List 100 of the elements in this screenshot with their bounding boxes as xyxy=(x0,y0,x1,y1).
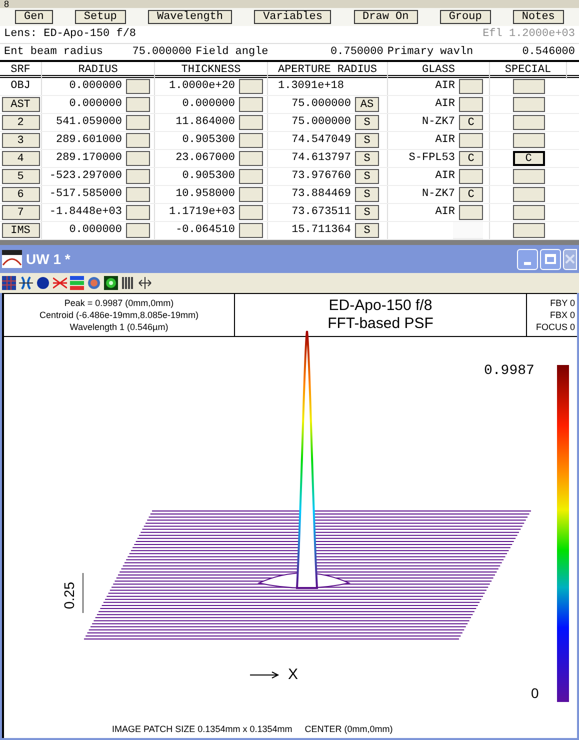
solve-button[interactable]: S xyxy=(355,133,379,148)
solve-button[interactable] xyxy=(239,151,263,166)
close-icon xyxy=(565,254,575,264)
solve-button[interactable] xyxy=(512,133,544,148)
surface-button[interactable]: AST xyxy=(2,97,40,112)
toolbar-button[interactable]: Draw On xyxy=(354,10,418,24)
rings-toolbar-icon[interactable] xyxy=(87,276,101,290)
maximize-button[interactable] xyxy=(540,248,561,270)
lens-toolbar-icon[interactable] xyxy=(19,276,33,290)
plot-parameter: FBX 0 xyxy=(550,309,575,321)
solve-button[interactable] xyxy=(459,169,483,184)
y-axis-tick-icon xyxy=(82,573,85,613)
solve-button[interactable] xyxy=(126,115,150,130)
radius-value: 289.170000 xyxy=(56,151,122,166)
solve-button[interactable] xyxy=(239,205,263,220)
solve-button[interactable] xyxy=(239,115,263,130)
solve-button[interactable] xyxy=(512,115,544,130)
solve-button[interactable] xyxy=(512,97,544,112)
aperture-value: 74.613797 xyxy=(292,151,351,166)
radius-value: -523.297000 xyxy=(49,169,122,184)
solve-button[interactable] xyxy=(126,79,150,94)
radius-value: 0.000000 xyxy=(69,97,122,112)
colorbar-max-label: 0.9987 xyxy=(484,362,534,381)
target-toolbar-icon[interactable] xyxy=(104,276,118,290)
solve-button[interactable] xyxy=(126,169,150,184)
solve-button[interactable] xyxy=(512,169,544,184)
toolbar-button[interactable]: Group xyxy=(440,10,491,24)
y-axis-label: 0.25 xyxy=(60,582,78,610)
solve-button[interactable] xyxy=(239,133,263,148)
system-value: 0.546000 xyxy=(522,44,576,60)
system-value: 0.750000 xyxy=(330,44,384,60)
minimize-button[interactable] xyxy=(517,248,538,270)
blob-toolbar-icon[interactable] xyxy=(36,276,50,290)
solve-button[interactable]: S xyxy=(355,223,379,238)
surface-button[interactable]: IMS xyxy=(2,223,40,238)
solve-button[interactable]: S xyxy=(355,115,379,130)
plot-title: ED-Apo-150 f/8 xyxy=(328,297,432,315)
bands-toolbar-icon[interactable] xyxy=(70,276,84,290)
surface-button[interactable]: 2 xyxy=(2,115,40,130)
system-label: Ent beam radius xyxy=(4,44,104,60)
solve-button[interactable] xyxy=(512,205,544,220)
radius-value: 0.000000 xyxy=(69,223,122,238)
toolbar-button[interactable]: Setup xyxy=(74,10,126,24)
column-header: SRF xyxy=(0,62,42,78)
solve-button[interactable]: S xyxy=(355,169,379,184)
solve-button[interactable] xyxy=(512,187,544,202)
solve-button[interactable]: C xyxy=(459,115,483,130)
solve-button[interactable] xyxy=(239,223,263,238)
solve-button[interactable] xyxy=(239,97,263,112)
solve-button[interactable]: AS xyxy=(355,97,379,112)
surface-button[interactable]: 6 xyxy=(2,187,40,202)
glass-name: AIR xyxy=(435,205,455,220)
thickness-value: 0.905300 xyxy=(182,133,235,148)
toolbar-button[interactable]: Gen xyxy=(15,10,53,24)
system-label: Field angle xyxy=(196,44,268,60)
solve-button[interactable] xyxy=(126,187,150,202)
surface-label: OBJ xyxy=(10,79,30,94)
solve-button[interactable]: S xyxy=(355,151,379,166)
app-icon xyxy=(2,250,22,268)
toolbar-button[interactable]: Notes xyxy=(512,10,564,24)
surface-button[interactable]: 4 xyxy=(2,151,40,166)
plot-parameter: FOCUS 0 xyxy=(536,321,575,333)
thickness-value: 0.000000 xyxy=(182,97,235,112)
solve-button[interactable] xyxy=(126,151,150,166)
solve-button[interactable] xyxy=(512,223,544,238)
plot-info-text: Wavelength 1 (0.546µm) xyxy=(70,321,168,333)
solve-button[interactable] xyxy=(239,169,263,184)
glass-name: AIR xyxy=(435,79,455,94)
solve-button[interactable] xyxy=(239,187,263,202)
bars-toolbar-icon[interactable] xyxy=(121,276,135,290)
solve-button[interactable] xyxy=(239,79,263,94)
radius-value: 0.000000 xyxy=(69,79,122,94)
surface-button[interactable]: 3 xyxy=(2,133,40,148)
radius-value: -517.585000 xyxy=(49,187,122,202)
surface-button[interactable]: 5 xyxy=(2,169,40,184)
surface-button[interactable]: 7 xyxy=(2,205,40,220)
solve-button[interactable]: C xyxy=(512,151,544,166)
solve-button[interactable]: C xyxy=(459,151,483,166)
efl-value: Efl 1.2000e+03 xyxy=(482,27,575,42)
rays-toolbar-icon[interactable] xyxy=(53,276,67,290)
system-value: 75.000000 xyxy=(132,44,192,60)
solve-button[interactable] xyxy=(459,205,483,220)
arrows-toolbar-icon[interactable] xyxy=(138,276,152,290)
thickness-value: 23.067000 xyxy=(176,151,235,166)
glass-name: AIR xyxy=(435,97,455,112)
column-header: APERTURE RADIUS xyxy=(268,62,388,78)
solve-button[interactable]: S xyxy=(355,187,379,202)
solve-button[interactable]: S xyxy=(355,205,379,220)
solve-button[interactable] xyxy=(126,205,150,220)
solve-button[interactable] xyxy=(459,97,483,112)
toolbar-button[interactable]: Variables xyxy=(254,10,332,24)
solve-button[interactable] xyxy=(126,97,150,112)
solve-button[interactable] xyxy=(126,133,150,148)
solve-button[interactable] xyxy=(126,223,150,238)
solve-button[interactable] xyxy=(459,79,483,94)
solve-button[interactable]: C xyxy=(459,187,483,202)
glass-name: AIR xyxy=(435,133,455,148)
toolbar-button[interactable]: Wavelength xyxy=(148,10,232,24)
solve-button[interactable] xyxy=(512,79,544,94)
solve-button[interactable] xyxy=(459,133,483,148)
